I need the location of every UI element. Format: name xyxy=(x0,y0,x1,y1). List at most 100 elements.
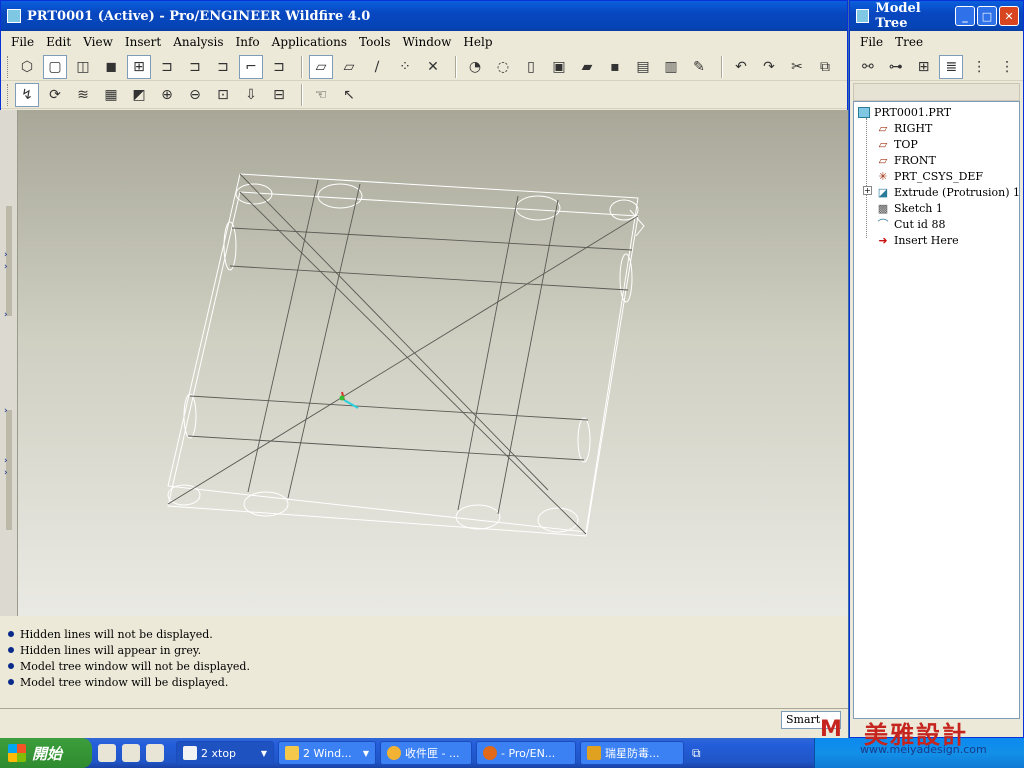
start-button[interactable]: 開始 xyxy=(0,738,92,768)
axis-icon[interactable]: ∕ xyxy=(365,55,389,79)
refit-icon[interactable]: ⊡ xyxy=(211,83,235,107)
copy-icon[interactable]: ⧉ xyxy=(813,55,837,79)
tree-expand-button[interactable]: + xyxy=(863,186,872,195)
orient-icon[interactable]: ◌ xyxy=(491,55,515,79)
tree-item-top[interactable]: ▱ TOP xyxy=(876,136,918,152)
tree-filter-bar[interactable] xyxy=(853,83,1020,101)
quicklaunch-acrobat-icon[interactable] xyxy=(98,744,116,762)
menu-analysis[interactable]: Analysis xyxy=(167,35,229,49)
taskbar-button-proe[interactable]: - Pro/EN... xyxy=(476,741,576,765)
cube-filled-icon[interactable]: ◼ xyxy=(99,55,123,79)
undo-icon[interactable]: ↶ xyxy=(729,55,753,79)
print-icon[interactable]: ▥ xyxy=(659,55,683,79)
minimize-button[interactable]: _ xyxy=(955,6,975,26)
folder-icon[interactable]: ▰ xyxy=(575,55,599,79)
menu-edit[interactable]: Edit xyxy=(40,35,77,49)
tree-settings-icon[interactable]: ⋮ xyxy=(995,55,1019,79)
expand-arrow-icon[interactable]: › xyxy=(4,262,12,272)
round-edge-icon[interactable]: ⊐ xyxy=(267,55,291,79)
tree-item-sketch[interactable]: ▩ Sketch 1 xyxy=(876,200,943,216)
tree-item-insert-here[interactable]: ➜ Insert Here xyxy=(876,232,958,248)
open-icon[interactable]: ▣ xyxy=(547,55,571,79)
cube-front-icon[interactable]: ▢ xyxy=(43,54,67,79)
zoom-out-icon[interactable]: ⊖ xyxy=(183,83,207,107)
taskbar-button-antivirus[interactable]: 瑞星防毒... xyxy=(580,741,684,765)
hidden-line-icon[interactable]: ⊐ xyxy=(155,55,179,79)
toolbar-grip[interactable] xyxy=(7,83,11,106)
show-tree-icon[interactable]: ≣ xyxy=(939,54,964,79)
csys-icon[interactable]: ✕ xyxy=(421,55,445,79)
binoculars-icon[interactable]: ⚯ xyxy=(856,55,880,79)
help-arrow-icon[interactable]: ↖ xyxy=(337,83,361,107)
tree-filter-icon[interactable]: ⊶ xyxy=(884,55,908,79)
orient-view-icon[interactable]: ⇩ xyxy=(239,83,263,107)
dock-gutter[interactable] xyxy=(6,206,12,316)
close-button[interactable]: ✕ xyxy=(999,6,1019,26)
expand-arrow-icon[interactable]: › xyxy=(4,250,12,260)
toolbar-grip[interactable] xyxy=(7,55,11,78)
tree-menu-file[interactable]: File xyxy=(854,35,889,49)
save-icon[interactable]: ▪ xyxy=(603,55,627,79)
no-hidden-icon[interactable]: ⊐ xyxy=(183,55,207,79)
expand-arrow-icon[interactable]: › xyxy=(4,406,12,416)
zoom-area-icon[interactable]: ◩ xyxy=(127,83,151,107)
trim-icon[interactable]: ↯ xyxy=(15,82,39,107)
menu-view[interactable]: View xyxy=(77,35,119,49)
layers-icon[interactable]: ≋ xyxy=(71,83,95,107)
expand-arrow-icon[interactable]: › xyxy=(4,468,12,478)
menu-insert[interactable]: Insert xyxy=(119,35,167,49)
menu-info[interactable]: Info xyxy=(230,35,266,49)
pen-icon[interactable]: ✎ xyxy=(687,55,711,79)
sketch-filter-icon[interactable]: ⌐ xyxy=(239,54,263,79)
new-file-icon[interactable]: ▯ xyxy=(519,55,543,79)
taskbar-button-windows[interactable]: 2 Wind... ▼ xyxy=(278,741,376,765)
menu-help[interactable]: Help xyxy=(457,35,498,49)
taskbar-button-inbox[interactable]: 收件匣 - ... xyxy=(380,741,472,765)
windows-logo-icon xyxy=(8,744,26,762)
zoom-in-icon[interactable]: ⊕ xyxy=(155,83,179,107)
cube-icon[interactable]: ⬡ xyxy=(15,55,39,79)
watermark-m-icon: M xyxy=(820,717,842,742)
tree-item-right[interactable]: ▱ RIGHT xyxy=(876,120,933,136)
chevron-down-icon: ▼ xyxy=(260,748,267,758)
tree-item-part[interactable]: PRT0001.PRT xyxy=(858,104,951,120)
side-hole-upper-left xyxy=(223,221,237,271)
quicklaunch-app-icon[interactable] xyxy=(122,744,140,762)
plane-icon[interactable]: ▱ xyxy=(337,55,361,79)
tree-columns-icon[interactable]: ⊞ xyxy=(912,55,936,79)
quicklaunch-chart-icon[interactable] xyxy=(146,744,164,762)
graphics-window[interactable] xyxy=(18,110,848,616)
named-view-icon[interactable]: ⊟ xyxy=(267,83,291,107)
tree-item-extrude[interactable]: ◪ Extrude (Protrusion) 1 xyxy=(876,184,1020,200)
menu-window[interactable]: Window xyxy=(397,35,458,49)
expand-arrow-icon[interactable]: › xyxy=(4,310,12,320)
main-titlebar[interactable]: PRT0001 (Active) - Pro/ENGINEER Wildfire… xyxy=(1,1,847,31)
cube-shaded-icon[interactable]: ◫ xyxy=(71,55,95,79)
bottom-face-outline xyxy=(167,191,639,537)
tree-expand-icon[interactable]: ⋮ xyxy=(967,55,991,79)
taskbar-overflow-icon[interactable]: ⧉ xyxy=(692,746,701,761)
menu-applications[interactable]: Applications xyxy=(266,35,353,49)
hand-icon[interactable]: ☜ xyxy=(309,83,333,107)
saved-views-icon[interactable]: ▦ xyxy=(99,83,123,107)
expand-arrow-icon[interactable]: › xyxy=(4,456,12,466)
cut-icon[interactable]: ✂ xyxy=(785,55,809,79)
maximize-button[interactable]: □ xyxy=(977,6,997,26)
select-icon[interactable]: ▱ xyxy=(309,54,333,79)
point-icon[interactable]: ⁘ xyxy=(393,55,417,79)
menu-file[interactable]: File xyxy=(5,35,40,49)
shield-icon xyxy=(587,746,601,760)
regenerate-icon[interactable]: ⟳ xyxy=(43,83,67,107)
repaint-icon[interactable]: ◔ xyxy=(463,55,487,79)
tree-item-front[interactable]: ▱ FRONT xyxy=(876,152,936,168)
menu-tools[interactable]: Tools xyxy=(353,35,397,49)
tree-item-cut[interactable]: ⌒ Cut id 88 xyxy=(876,216,946,232)
shading-icon[interactable]: ⊐ xyxy=(211,55,235,79)
tree-menu-tree[interactable]: Tree xyxy=(889,35,929,49)
datum-display-icon[interactable]: ⊞ xyxy=(127,54,151,79)
redo-icon[interactable]: ↷ xyxy=(757,55,781,79)
taskbar-button-xtop[interactable]: 2 xtop ▼ xyxy=(176,741,274,765)
save-copy-icon[interactable]: ▤ xyxy=(631,55,655,79)
tree-titlebar[interactable]: Model Tree _ □ ✕ xyxy=(850,1,1023,31)
tree-item-csys[interactable]: ✳ PRT_CSYS_DEF xyxy=(876,168,983,184)
